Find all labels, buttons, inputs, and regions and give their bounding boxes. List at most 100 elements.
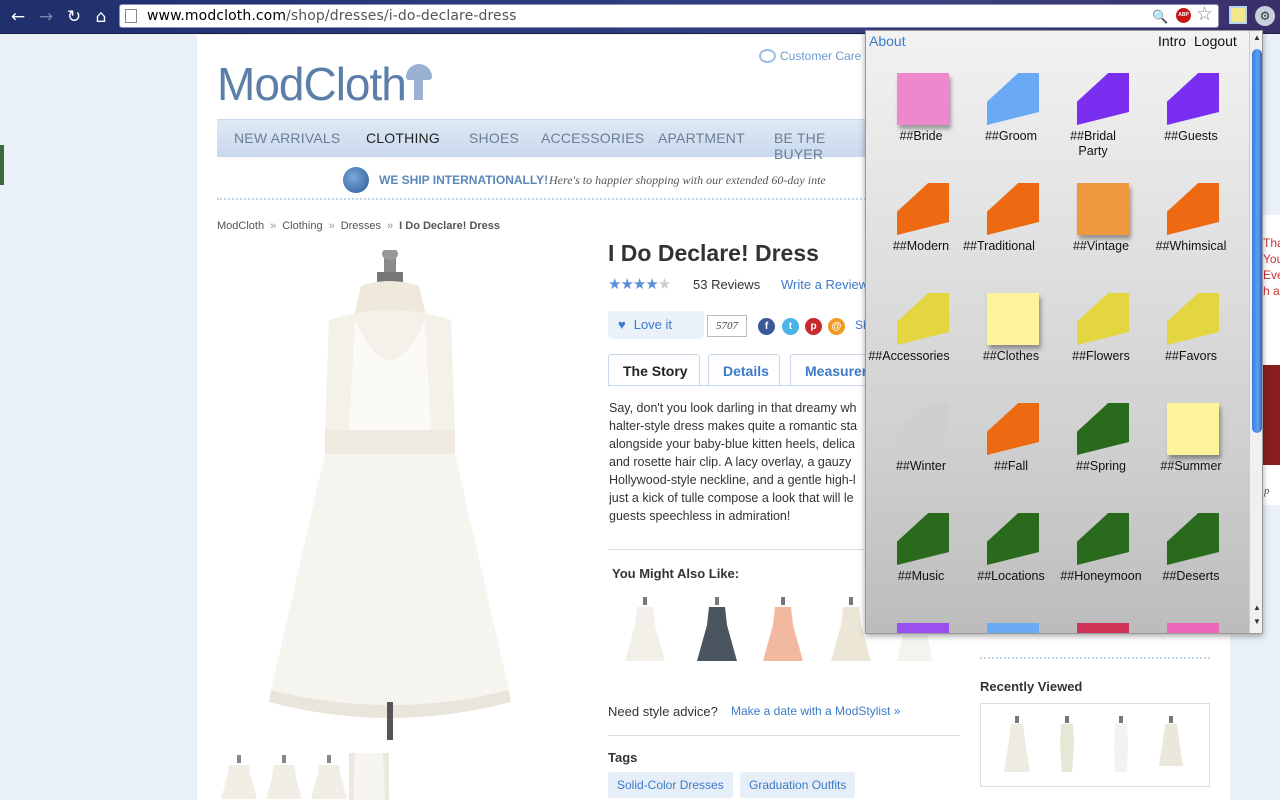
sticky-note[interactable]: ##Music (866, 507, 956, 607)
settings-wrench-icon[interactable]: ⚙ (1255, 6, 1275, 26)
suggested-dress-1[interactable] (623, 595, 667, 665)
sticky-note[interactable]: ##Modern (866, 177, 956, 277)
recent-dress-4[interactable] (1157, 714, 1185, 776)
site-logo[interactable]: ModCloth (217, 57, 432, 111)
sticky-note[interactable]: ##Fall (956, 397, 1046, 497)
write-review-link[interactable]: Write a Review (781, 277, 868, 292)
search-engine-icon[interactable]: 🔍 (1152, 9, 1168, 25)
review-count[interactable]: 53 Reviews (693, 277, 760, 292)
customer-care-label: Customer Care (780, 49, 862, 63)
tag-graduation-outfits[interactable]: Graduation Outfits (740, 772, 856, 798)
tags-title: Tags (608, 750, 638, 765)
nav-be-the-buyer[interactable]: BE THE BUYER (774, 130, 877, 162)
twitter-icon[interactable]: t (782, 318, 799, 335)
recent-dress-2[interactable] (1053, 714, 1081, 776)
sticky-note[interactable]: ##Spring (1046, 397, 1136, 497)
back-arrow-icon[interactable]: ← (8, 7, 28, 27)
sweater-image[interactable] (1263, 365, 1280, 465)
thumbnail-2[interactable] (264, 753, 304, 800)
recent-dress-3[interactable] (1107, 714, 1135, 776)
sticky-note-icon (897, 293, 949, 345)
sticky-note[interactable]: ##Groom (956, 67, 1046, 167)
sticky-note[interactable]: ##Vintage (1046, 177, 1136, 277)
sticky-note[interactable]: ##Bride (866, 67, 956, 167)
story-line: guests speechless in admiration! (609, 509, 791, 523)
pinterest-icon[interactable]: p (805, 318, 822, 335)
browser-toolbar: ← → ↻ ⌂ www.modcloth.com/shop/dresses/i-… (0, 0, 1280, 34)
popup-logout-link[interactable]: Logout (1194, 33, 1237, 49)
customer-care-link[interactable]: Customer Care (759, 49, 861, 63)
sticky-note[interactable]: ##Honeymoon (1046, 507, 1142, 607)
star-icon: ★ (632, 276, 646, 293)
sticky-note[interactable]: ##Deserts (1136, 507, 1226, 607)
love-it-button[interactable]: ♥ Love it (608, 311, 704, 339)
sticky-note-icon (1167, 183, 1219, 235)
url-path: /shop/dresses/i-do-declare-dress (286, 8, 517, 24)
suggested-dress-3[interactable] (761, 595, 805, 665)
sticky-note-icon[interactable] (897, 623, 949, 633)
scroll-up-icon[interactable]: ▲ (1253, 603, 1261, 612)
breadcrumb: ModCloth » Clothing » Dresses » I Do Declare! … (217, 220, 500, 232)
tab-details[interactable]: Details (708, 354, 780, 386)
sticky-note[interactable]: ##Winter (866, 397, 956, 497)
url-text[interactable]: www.modcloth.com/shop/dresses/i-do-decla… (147, 8, 517, 24)
nav-apartment[interactable]: APARTMENT (658, 130, 745, 146)
sticky-note[interactable]: ##Bridal Party (1046, 67, 1136, 167)
sticky-note[interactable]: ##Whimsical (1136, 177, 1226, 277)
modstylist-link[interactable]: Make a date with a ModStylist » (731, 704, 900, 718)
popup-about-link[interactable]: About (869, 33, 906, 49)
sticky-note-icon (987, 73, 1039, 125)
nav-accessories[interactable]: ACCESSORIES (541, 130, 644, 146)
scroll-up-icon[interactable]: ▲ (1253, 33, 1261, 42)
popup-scrollbar[interactable]: ▲ ▲ ▼ (1249, 31, 1262, 633)
logo-text: ModCloth (217, 58, 407, 110)
email-icon[interactable]: @ (828, 318, 845, 335)
nav-clothing[interactable]: CLOTHING (366, 130, 440, 146)
sticky-note[interactable]: ##Accessories (866, 287, 956, 387)
sticky-note[interactable]: ##Locations (956, 507, 1046, 607)
adblock-icon[interactable]: ABP (1176, 8, 1191, 23)
address-bar[interactable]: www.modcloth.com/shop/dresses/i-do-decla… (119, 4, 1219, 28)
nav-shoes[interactable]: SHOES (469, 130, 519, 146)
story-line: and rosette hair clip. A lacy overlay, a… (609, 455, 852, 469)
nav-new-arrivals[interactable]: NEW ARRIVALS (234, 130, 340, 146)
sticky-note-icon[interactable] (987, 623, 1039, 633)
scroll-down-icon[interactable]: ▼ (1253, 617, 1261, 626)
scroll-thumb[interactable] (1252, 49, 1262, 433)
bookmark-star-icon[interactable]: ☆ (1196, 3, 1213, 26)
sticky-note[interactable]: ##Guests (1136, 67, 1226, 167)
thumbnail-1[interactable] (219, 753, 259, 800)
sticky-note[interactable]: ##Traditional (956, 177, 1046, 277)
tab-the-story[interactable]: The Story (608, 354, 700, 386)
popup-intro-link[interactable]: Intro (1158, 33, 1186, 49)
sticky-note-icon (1077, 183, 1129, 235)
breadcrumb-dresses[interactable]: Dresses (341, 220, 381, 232)
reload-icon[interactable]: ↻ (64, 7, 84, 27)
thumbnail-3[interactable] (309, 753, 349, 800)
recent-dress-1[interactable] (1003, 714, 1031, 776)
sticky-note[interactable]: ##Summer (1136, 397, 1226, 497)
sticky-note-icon[interactable] (1167, 623, 1219, 633)
suggested-dress-2[interactable] (695, 595, 739, 665)
sticky-note-icon (1167, 403, 1219, 455)
tag-solid-color-dresses[interactable]: Solid-Color Dresses (608, 772, 733, 798)
thumbnail-4[interactable] (349, 753, 389, 800)
sticky-note-icon (987, 513, 1039, 565)
sticky-note[interactable]: ##Favors (1136, 287, 1226, 387)
sticky-note[interactable]: ##Flowers (1046, 287, 1136, 387)
forward-arrow-icon[interactable]: → (36, 7, 56, 27)
sticky-note-icon[interactable] (1077, 623, 1129, 633)
sticky-note[interactable]: ##Clothes (956, 287, 1046, 387)
product-main-image[interactable] (259, 250, 519, 740)
tab-measurements[interactable]: Measurem (790, 354, 874, 386)
facebook-icon[interactable]: f (758, 318, 775, 335)
shipping-banner[interactable]: WE SHIP INTERNATIONALLY! Here's to happi… (343, 167, 883, 195)
story-line: Say, don't you look darling in that drea… (609, 401, 857, 415)
breadcrumb-modcloth[interactable]: ModCloth (217, 220, 264, 232)
story-line: Hollywood-style neckline, and a gentle h… (609, 473, 856, 487)
home-icon[interactable]: ⌂ (91, 7, 111, 27)
breadcrumb-clothing[interactable]: Clothing (282, 220, 322, 232)
sticky-note-icon (1077, 293, 1129, 345)
star-icon: ★ (620, 276, 633, 293)
sticky-notes-extension-icon[interactable] (1229, 6, 1247, 24)
